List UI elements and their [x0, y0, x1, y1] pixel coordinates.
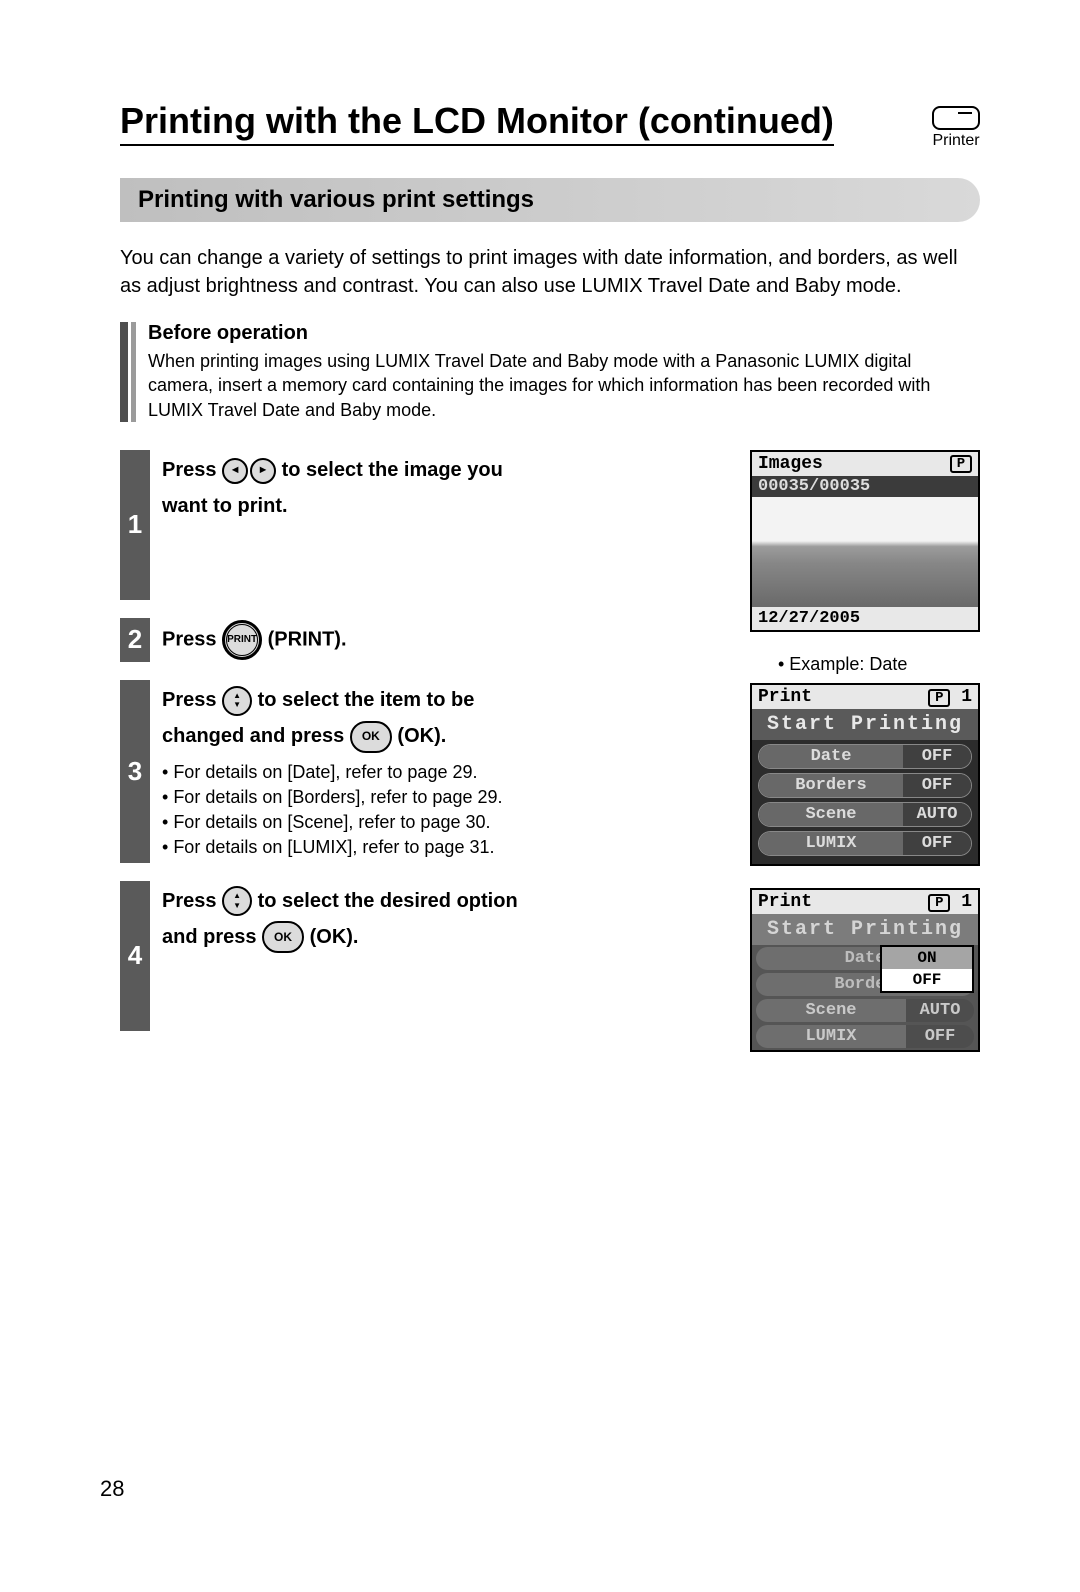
- step-3-number: 3: [120, 680, 150, 863]
- left-right-button-icon: ◄►: [222, 458, 276, 484]
- printer-icon: [932, 106, 980, 130]
- menu-value-scene: AUTO: [903, 803, 971, 826]
- p-mode-icon: P: [950, 455, 972, 473]
- printer-icon-group: Printer: [932, 106, 980, 150]
- lcd-screen-images: Images P 00035/00035 12/27/2005: [750, 450, 980, 632]
- page-title: Printing with the LCD Monitor (continued…: [120, 100, 834, 146]
- intro-text: You can change a variety of settings to …: [120, 244, 980, 300]
- step-4-number: 4: [120, 881, 150, 1031]
- step-2-number: 2: [120, 618, 150, 662]
- step-3-text-b: to select the item to be: [258, 689, 475, 711]
- step-1-text-c: want to print.: [162, 495, 288, 517]
- menu-value-lumix: OFF: [906, 1025, 974, 1048]
- step-3-text-c: changed and press: [162, 725, 350, 747]
- p-mode-icon: P: [928, 894, 950, 912]
- lcd1-photo: [752, 497, 978, 607]
- example-label: • Example: Date: [778, 654, 980, 675]
- lcd1-date: 12/27/2005: [752, 607, 978, 630]
- step-1-text-b: to select the image you: [282, 459, 503, 481]
- popup-date-options: ON OFF: [880, 945, 974, 993]
- popup-option-off: OFF: [882, 969, 972, 991]
- lcd2-num: 1: [961, 687, 972, 707]
- step-3-text-a: Press: [162, 689, 222, 711]
- step-2-text-b: (PRINT).: [268, 628, 347, 650]
- lcd1-counter: 00035/00035: [752, 476, 978, 497]
- printer-label: Printer: [932, 132, 980, 150]
- up-down-button-icon: [222, 686, 252, 716]
- step-3-text-d: (OK).: [397, 725, 446, 747]
- step-4: 4 Press to select the desired option and…: [120, 881, 730, 1031]
- lcd3-header: Print: [758, 892, 812, 912]
- step-3-bullet-2: For details on [Borders], refer to page …: [162, 785, 503, 810]
- step-3: 3 Press to select the item to be changed…: [120, 680, 730, 863]
- print-button-icon: PRINT: [222, 620, 262, 660]
- step-4-text-d: (OK).: [310, 926, 359, 948]
- lcd1-header: Images: [758, 454, 823, 474]
- menu-value-date: OFF: [903, 745, 971, 768]
- lcd3-num: 1: [961, 892, 972, 912]
- popup-option-on: ON: [882, 947, 972, 969]
- step-1-text-a: Press: [162, 459, 222, 481]
- section-heading: Printing with various print settings: [120, 178, 980, 222]
- step-4-text-c: and press: [162, 926, 262, 948]
- before-text: When printing images using LUMIX Travel …: [148, 349, 980, 422]
- step-1: 1 Press ◄► to select the image you want …: [120, 450, 730, 600]
- ok-button-icon: OK: [262, 921, 304, 953]
- menu-item-scene: Scene: [759, 803, 903, 826]
- lcd3-start: Start Printing: [752, 914, 978, 945]
- step-3-bullet-3: For details on [Scene], refer to page 30…: [162, 810, 503, 835]
- menu-value-borders: OFF: [903, 774, 971, 797]
- lcd2-header: Print: [758, 687, 812, 707]
- up-down-button-icon: [222, 886, 252, 916]
- step-2-text-a: Press: [162, 628, 222, 650]
- menu-item-borders: Borders: [759, 774, 903, 797]
- step-2: 2 Press PRINT (PRINT).: [120, 618, 730, 662]
- menu-item-date: Date: [759, 745, 903, 768]
- menu-value-lumix: OFF: [903, 832, 971, 855]
- lcd2-start: Start Printing: [752, 709, 978, 740]
- step-4-text-b: to select the desired option: [258, 890, 518, 912]
- step-1-number: 1: [120, 450, 150, 600]
- menu-value-scene: AUTO: [906, 999, 974, 1022]
- step-4-text-a: Press: [162, 890, 222, 912]
- menu-item-lumix: LUMIX: [759, 832, 903, 855]
- page-number: 28: [100, 1476, 124, 1502]
- menu-item-lumix: LUMIX: [756, 1025, 906, 1048]
- before-accent-bars: [120, 322, 138, 422]
- step-3-bullet-4: For details on [LUMIX], refer to page 31…: [162, 835, 503, 860]
- p-mode-icon: P: [928, 689, 950, 707]
- menu-item-scene: Scene: [756, 999, 906, 1022]
- step-3-bullet-1: For details on [Date], refer to page 29.: [162, 760, 503, 785]
- ok-button-icon: OK: [350, 721, 392, 753]
- before-heading: Before operation: [148, 322, 980, 345]
- lcd-screen-print-menu: Print P 1 Start Printing DateOFF Borders…: [750, 683, 980, 866]
- lcd-screen-print-popup: Print P 1 Start Printing ON OFF Date Bor…: [750, 888, 980, 1052]
